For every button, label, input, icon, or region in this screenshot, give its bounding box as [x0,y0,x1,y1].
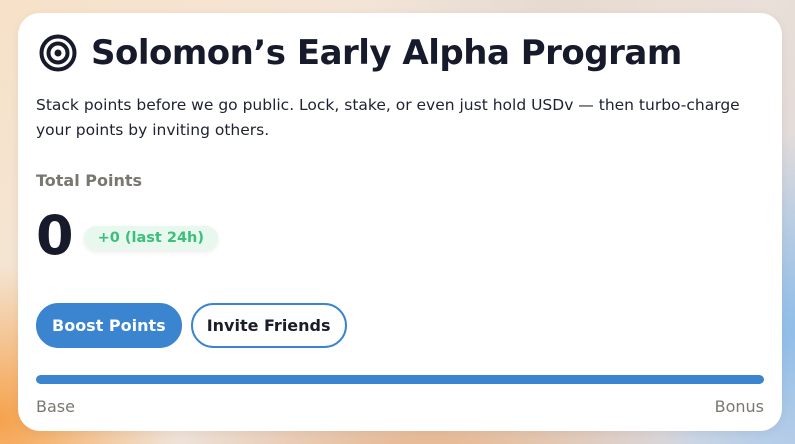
target-icon [39,34,77,72]
progress-start-label: Base [36,397,75,416]
invite-friends-button[interactable]: Invite Friends [190,303,347,348]
points-delta-badge: +0 (last 24h) [83,226,218,250]
points-row: 0 +0 (last 24h) [36,207,218,265]
total-points-value: 0 [36,204,74,267]
page-title: Solomon’s Early Alpha Program [91,33,682,73]
program-card: Solomon’s Early Alpha Program Stack poin… [18,13,782,431]
program-description: Stack points before we go public. Lock, … [36,96,740,139]
boost-points-button[interactable]: Boost Points [36,303,182,348]
total-points-label: Total Points [36,171,143,190]
title-row: Solomon’s Early Alpha Program [39,31,682,75]
action-buttons: Boost Points Invite Friends [36,303,347,348]
progress-fill [36,375,764,384]
points-progress-bar [36,375,764,384]
progress-end-label: Bonus [714,397,764,416]
